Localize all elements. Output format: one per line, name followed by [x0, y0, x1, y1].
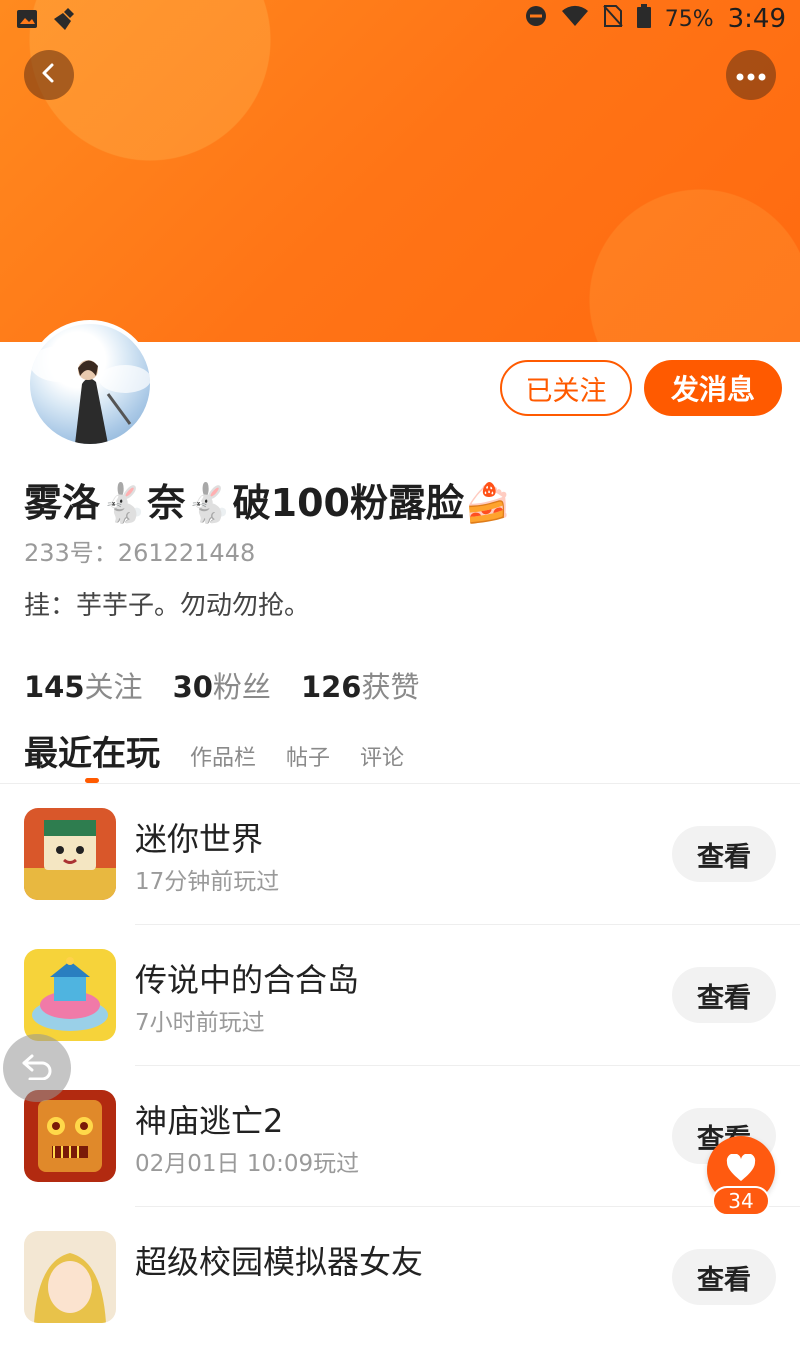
back-button[interactable] — [24, 50, 74, 100]
profile-banner — [0, 0, 800, 342]
chevron-left-icon — [38, 62, 60, 88]
more-dots-icon — [736, 66, 766, 85]
stat-following[interactable]: 145关注 — [24, 664, 143, 706]
game-last-played: 17分钟前玩过 — [135, 869, 280, 895]
battery-percent: 75% — [664, 6, 714, 32]
status-bar: 75% 3:49 — [0, 0, 800, 40]
like-count-badge: 34 — [712, 1186, 770, 1216]
game-last-played: 02月01日 10:09玩过 — [135, 1151, 360, 1177]
game-icon-merge-island — [24, 949, 116, 1041]
view-button[interactable]: 查看 — [672, 967, 776, 1023]
view-button[interactable]: 查看 — [672, 826, 776, 882]
followed-button[interactable]: 已关注 — [500, 360, 632, 416]
stat-likes[interactable]: 126获赞 — [301, 664, 420, 706]
game-icon-mini-world — [24, 808, 116, 900]
stat-number: 30 — [172, 670, 213, 704]
tab-works[interactable]: 作品栏 — [190, 740, 256, 772]
no-sim-icon — [602, 4, 623, 34]
stat-number: 126 — [300, 670, 362, 704]
wifi-icon — [561, 5, 589, 33]
game-icon-school-simulator — [24, 1231, 116, 1323]
stat-label: 粉丝 — [212, 670, 271, 704]
stat-fans[interactable]: 30粉丝 — [173, 664, 271, 706]
stat-number: 145 — [24, 670, 85, 704]
profile-id: 233号：261221448 — [24, 539, 256, 567]
list-item[interactable]: 神庙逃亡2 02月01日 10:09玩过 查看 — [0, 1066, 800, 1207]
game-title: 神庙逃亡2 — [135, 1102, 284, 1140]
profile-bio: 挂：芋芋子。勿动勿抢。 — [24, 591, 311, 621]
send-message-button[interactable]: 发消息 — [644, 360, 782, 416]
game-title: 超级校园模拟器女友 — [135, 1243, 424, 1281]
heart-icon — [726, 1153, 756, 1186]
stat-label: 获赞 — [361, 670, 420, 704]
do-not-disturb-icon — [525, 5, 547, 33]
more-options-button[interactable] — [726, 50, 776, 100]
image-icon — [16, 8, 38, 36]
game-title: 传说中的合合岛 — [135, 961, 360, 999]
battery-icon — [636, 4, 651, 34]
game-title: 迷你世界 — [135, 820, 264, 858]
floating-return-button[interactable] — [3, 1034, 71, 1102]
avatar[interactable] — [26, 320, 154, 448]
view-button[interactable]: 查看 — [672, 1249, 776, 1305]
profile-name: 雾洛🐇奈🐇破100粉露脸🍰 — [24, 481, 512, 525]
profile-stats: 145关注 30粉丝 126获赞 — [24, 664, 420, 706]
profile-tabs: 最近在玩 作品栏 帖子 评论 — [24, 726, 404, 775]
game-icon-temple-run-2 — [24, 1090, 116, 1182]
cleaner-broom-icon — [52, 6, 78, 38]
clock: 3:49 — [727, 4, 786, 34]
list-item[interactable]: 超级校园模拟器女友 查看 — [0, 1207, 800, 1348]
return-arrow-icon — [20, 1052, 54, 1084]
tab-recently-played[interactable]: 最近在玩 — [24, 726, 160, 775]
list-item[interactable]: 迷你世界 17分钟前玩过 查看 — [0, 784, 800, 925]
stat-label: 关注 — [84, 670, 143, 704]
tab-posts[interactable]: 帖子 — [286, 740, 330, 772]
list-item[interactable]: 传说中的合合岛 7小时前玩过 查看 — [0, 925, 800, 1066]
game-last-played: 7小时前玩过 — [135, 1010, 265, 1036]
tab-comments[interactable]: 评论 — [360, 740, 404, 772]
